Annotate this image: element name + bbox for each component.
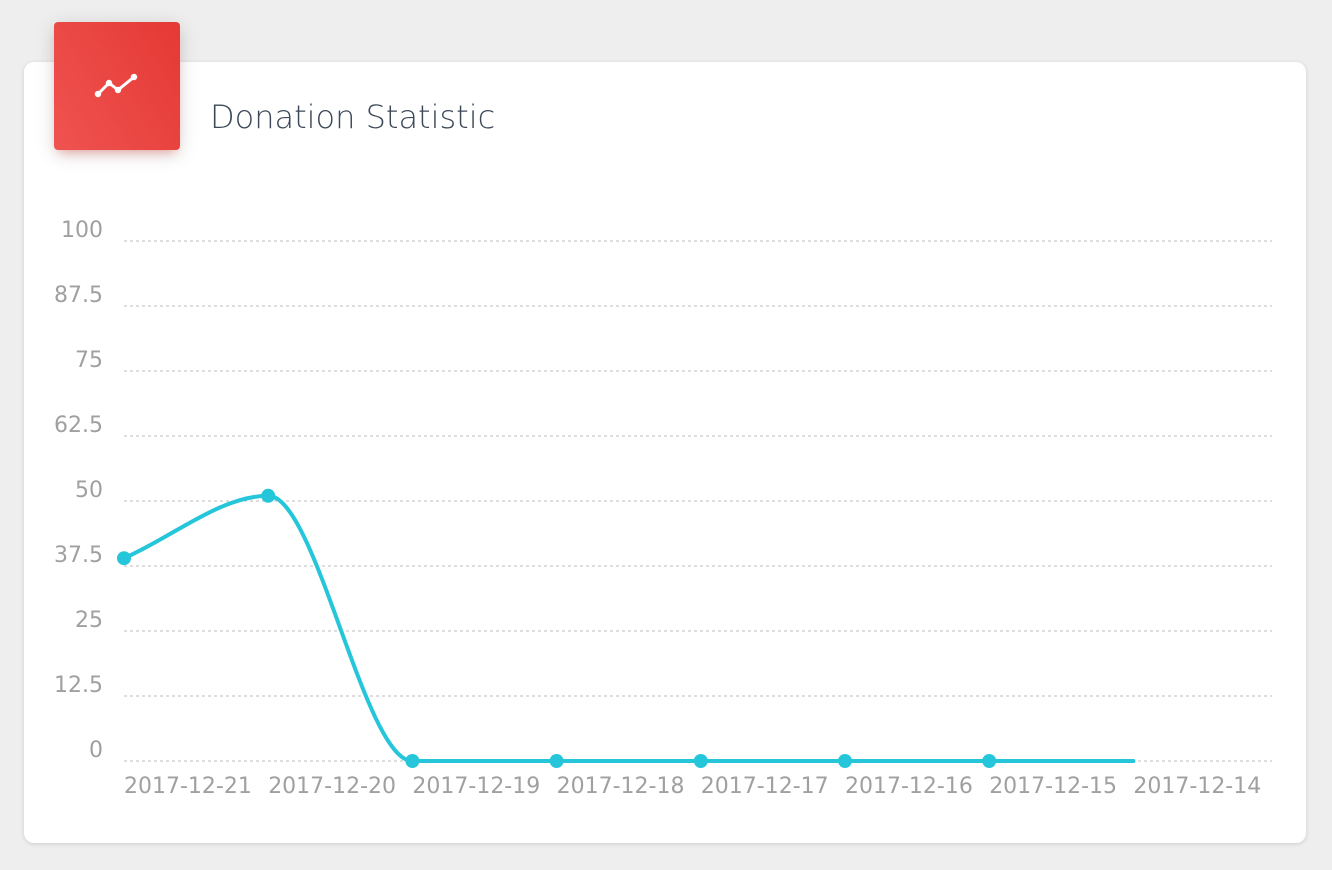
y-tick-label: 25: [75, 608, 103, 633]
y-tick-label: 12.5: [54, 673, 103, 698]
x-tick-label: 2017-12-19: [412, 774, 540, 799]
chart-grid: [124, 240, 1272, 762]
y-tick-label: 37.5: [54, 543, 103, 568]
x-tick-label: 2017-12-20: [268, 774, 396, 799]
y-tick-label: 87.5: [54, 283, 103, 308]
x-axis-ticks: 2017-12-21 2017-12-20 2017-12-19 2017-12-18…: [124, 774, 1261, 799]
x-tick-label: 2017-12-17: [701, 774, 829, 799]
y-tick-label: 75: [75, 348, 103, 373]
x-tick-label: 2017-12-18: [557, 774, 685, 799]
data-point[interactable]: [982, 754, 997, 768]
y-tick-label: 100: [61, 218, 103, 243]
y-tick-label: 0: [89, 738, 103, 763]
data-point[interactable]: [838, 754, 852, 768]
x-tick-label: 2017-12-14: [1133, 774, 1261, 799]
y-tick-label: 50: [75, 478, 103, 503]
y-tick-label: 62.5: [54, 413, 103, 438]
x-tick-label: 2017-12-15: [989, 774, 1117, 799]
data-point[interactable]: [549, 754, 564, 768]
data-point[interactable]: [117, 551, 131, 566]
chart-series: [122, 493, 1136, 764]
y-axis-ticks: 0 12.5 25 37.5 50 62.5 75 87.5 100: [54, 218, 103, 763]
chart-points: [117, 488, 997, 768]
data-point[interactable]: [261, 488, 276, 503]
donation-line-chart: 012.52537.55062.57587.5100 2017-12-21 201…: [54, 218, 1272, 799]
data-point[interactable]: [405, 754, 420, 768]
series-line: [122, 493, 1136, 764]
x-tick-label: 2017-12-21: [124, 774, 252, 799]
x-tick-label: 2017-12-16: [845, 774, 973, 799]
data-point[interactable]: [693, 754, 708, 768]
